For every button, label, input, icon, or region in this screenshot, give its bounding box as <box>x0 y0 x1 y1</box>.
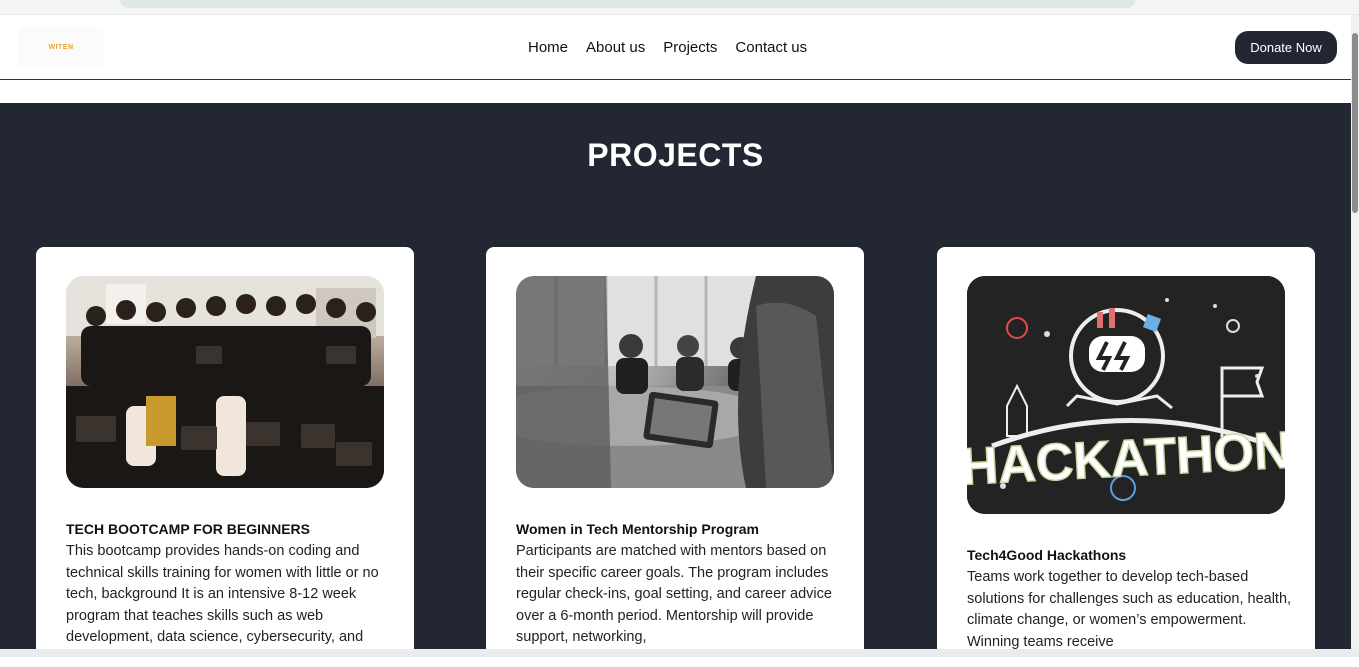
card-title: Tech4Good Hackathons <box>967 547 1127 563</box>
page-scrollbar[interactable] <box>1351 15 1359 649</box>
card-description: Teams work together to develop tech-base… <box>967 569 1292 650</box>
bottom-strip <box>0 649 1359 657</box>
card-title: TECH BOOTCAMP FOR BEGINNERS <box>66 521 310 537</box>
donate-button[interactable]: Donate Now <box>1235 31 1337 64</box>
logo[interactable]: WITEN <box>18 27 104 67</box>
project-card-hackathon: HACKATHON Tech4Good Hackathons Teams wor… <box>937 247 1315 667</box>
address-bar <box>120 0 1135 8</box>
main-nav: Home About us Projects Contact us <box>528 39 825 56</box>
nav-home[interactable]: Home <box>528 39 568 56</box>
browser-top-strip <box>0 0 1359 15</box>
mentorship-photo <box>516 276 834 488</box>
card-title: Women in Tech Mentorship Program <box>516 521 759 537</box>
projects-title: PROJECTS <box>587 137 764 173</box>
project-card-mentorship: Women in Tech Mentorship Program Partici… <box>486 247 864 667</box>
logo-text: WITEN <box>48 43 74 51</box>
nav-projects[interactable]: Projects <box>663 39 717 56</box>
hackathon-illustration: HACKATHON <box>967 276 1285 514</box>
bootcamp-photo <box>66 276 384 488</box>
site-header: WITEN Home About us Projects Contact us … <box>0 15 1351 80</box>
projects-section: PROJECTS TECH BOOTCAMP FOR BEGINNERS Thi… <box>0 103 1351 667</box>
nav-contact-us[interactable]: Contact us <box>735 39 807 56</box>
card-description: This bootcamp provides hands-on coding a… <box>66 543 379 646</box>
scrollbar-thumb[interactable] <box>1352 33 1358 213</box>
nav-about-us[interactable]: About us <box>586 39 645 56</box>
card-description: Participants are matched with mentors ba… <box>516 543 832 646</box>
project-card-bootcamp: TECH BOOTCAMP FOR BEGINNERS This bootcam… <box>36 247 414 667</box>
